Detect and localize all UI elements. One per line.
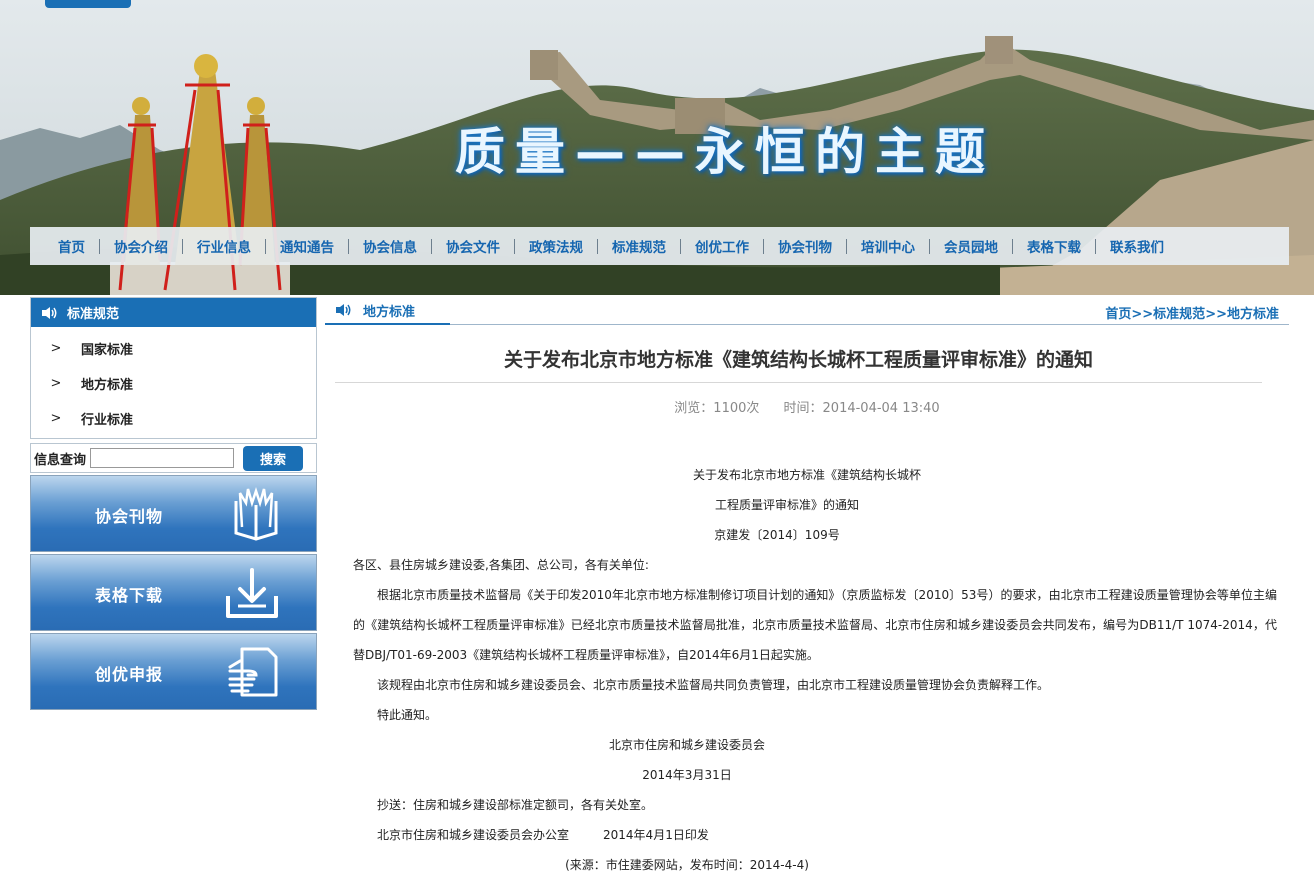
promo-label: 创优申报 — [95, 665, 164, 684]
article-meta: 浏览：1100次 时间：2014-04-04 13:40 — [325, 397, 1289, 416]
doc-addressee: 各区、县住房城乡建设委,各集团、总公司，各有关单位: — [353, 558, 649, 572]
site-logo[interactable] — [45, 0, 131, 8]
nav-item-forms[interactable]: 表格下载 — [1013, 236, 1095, 256]
chevron-right-icon: > — [50, 341, 62, 356]
sidebar-item-national[interactable]: > 国家标准 — [31, 331, 316, 366]
search-input[interactable] — [90, 448, 235, 468]
category-box: 标准规范 > 国家标准 > 地方标准 > 行业标准 — [30, 297, 317, 439]
tab-local-standards[interactable]: 地方标准 — [325, 297, 450, 325]
publish-time: 时间：2014-04-04 13:40 — [783, 401, 940, 416]
nav-item-association-info[interactable]: 协会信息 — [349, 236, 431, 256]
promo-label: 表格下载 — [95, 586, 164, 605]
content-header: 地方标准 首页>>标准规范>>地方标准 — [325, 297, 1289, 325]
banner-slogan: 质量——永恒的主题 — [455, 123, 995, 181]
sidebar: 标准规范 > 国家标准 > 地方标准 > 行业标准 信息查询 搜索 协会刊物 表… — [30, 297, 317, 710]
book-icon — [234, 487, 278, 541]
doc-signer: 北京市住房和城乡建设委员会 — [608, 738, 765, 752]
sidebar-item-industry[interactable]: > 行业标准 — [31, 401, 316, 436]
sidebar-header: 标准规范 — [31, 298, 316, 327]
promo-excellence-apply[interactable]: 创优申报 — [30, 633, 317, 710]
nav-item-notices[interactable]: 通知通告 — [266, 236, 348, 256]
nav-item-journal[interactable]: 协会刊物 — [764, 236, 846, 256]
promo-journal[interactable]: 协会刊物 — [30, 475, 317, 552]
doc-heading-line2: 工程质量评审标准》的通知 — [714, 498, 859, 512]
doc-issuer: 北京市住房和城乡建设委员会办公室 — [377, 828, 570, 842]
breadcrumb-separator: >> — [1205, 307, 1227, 322]
sidebar-item-label: 国家标准 — [81, 343, 134, 358]
promo-forms[interactable]: 表格下载 — [30, 554, 317, 631]
main-nav: 首页 协会介绍 行业信息 通知通告 协会信息 协会文件 政策法规 标准规范 创优… — [30, 227, 1289, 265]
search-label: 信息查询 — [34, 452, 87, 468]
hand-document-icon — [228, 647, 278, 697]
nav-item-association-docs[interactable]: 协会文件 — [432, 236, 514, 256]
breadcrumb: 首页>>标准规范>>地方标准 — [1105, 303, 1279, 322]
doc-source: (来源：市住建委网站，发布时间：2014-4-4) — [565, 858, 809, 872]
nav-item-contact[interactable]: 联系我们 — [1096, 236, 1178, 256]
nav-item-excellence[interactable]: 创优工作 — [681, 236, 763, 256]
doc-number: 京建发〔2014〕109号 — [714, 528, 840, 542]
download-icon — [226, 568, 278, 618]
sidebar-item-label: 地方标准 — [81, 378, 134, 393]
doc-issuer-line: 北京市住房和城乡建设委员会办公室 2014年4月1日印发 — [325, 820, 1289, 850]
view-count: 浏览：1100次 — [674, 401, 760, 416]
chevron-right-icon: > — [50, 411, 62, 426]
doc-sign-date: 2014年3月31日 — [642, 768, 732, 782]
doc-issue-date: 2014年4月1日印发 — [603, 828, 709, 842]
article-title: 关于发布北京市地方标准《建筑结构长城杯工程质量评审标准》的通知 — [335, 345, 1262, 383]
doc-paragraph: 特此通知。 — [377, 708, 438, 722]
doc-heading-line1: 关于发布北京市地方标准《建筑结构长城杯 — [692, 468, 921, 482]
breadcrumb-standards[interactable]: 标准规范 — [1153, 307, 1205, 322]
search-bar: 信息查询 搜索 — [30, 443, 317, 473]
sidebar-item-label: 行业标准 — [81, 413, 134, 428]
promo-label: 协会刊物 — [95, 507, 164, 526]
breadcrumb-home[interactable]: 首页 — [1105, 307, 1131, 322]
nav-item-home[interactable]: 首页 — [44, 236, 99, 256]
search-button[interactable]: 搜索 — [243, 445, 304, 471]
breadcrumb-separator: >> — [1131, 307, 1154, 322]
nav-item-members[interactable]: 会员园地 — [930, 236, 1012, 256]
doc-paragraph: 该规程由北京市住房和城乡建设委员会、北京市质量技术监督局共同负责管理，由北京市工… — [377, 678, 1050, 692]
header-banner: 质量——永恒的主题 首页 协会介绍 行业信息 通知通告 协会信息 协会文件 政策… — [0, 0, 1314, 295]
breadcrumb-local-standards[interactable]: 地方标准 — [1227, 307, 1279, 322]
sidebar-item-local[interactable]: > 地方标准 — [31, 366, 316, 401]
chevron-right-icon: > — [50, 376, 62, 391]
nav-item-policy[interactable]: 政策法规 — [515, 236, 597, 256]
nav-item-about[interactable]: 协会介绍 — [100, 236, 182, 256]
tab-label: 地方标准 — [363, 304, 416, 320]
nav-item-training[interactable]: 培训中心 — [847, 236, 929, 256]
category-list: > 国家标准 > 地方标准 > 行业标准 — [31, 327, 316, 438]
doc-cc: 抄送：住房和城乡建设部标准定额司，各有关处室。 — [377, 798, 654, 812]
main-content: 地方标准 首页>>标准规范>>地方标准 关于发布北京市地方标准《建筑结构长城杯工… — [325, 297, 1289, 880]
speaker-icon — [42, 306, 57, 319]
speaker-icon — [336, 304, 351, 316]
nav-item-standards[interactable]: 标准规范 — [598, 236, 680, 256]
doc-paragraph: 根据北京市质量技术监督局《关于印发2010年北京市地方标准制修订项目计划的通知》… — [353, 588, 1277, 662]
nav-item-industry-info[interactable]: 行业信息 — [183, 236, 265, 256]
article-body: 关于发布北京市地方标准《建筑结构长城杯 工程质量评审标准》的通知 京建发〔201… — [325, 460, 1289, 880]
sidebar-title: 标准规范 — [67, 307, 120, 322]
